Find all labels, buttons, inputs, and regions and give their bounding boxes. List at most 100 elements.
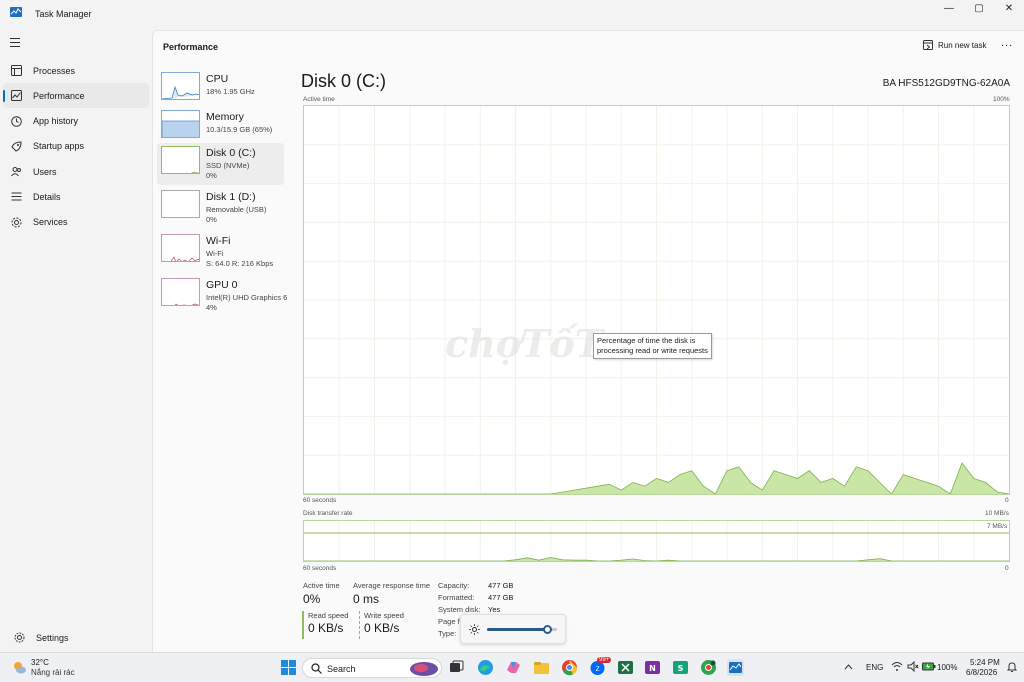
task-view-icon[interactable] xyxy=(448,659,465,676)
device-detail: 18% 1.95 GHz xyxy=(206,87,255,96)
device-disk-1[interactable]: Disk 1 (D:) Removable (USB) 0% xyxy=(157,187,284,229)
disk-model: BA HFS512GD9TNG-62A0A xyxy=(882,78,1010,89)
wifi-icon[interactable] xyxy=(891,661,903,672)
device-detail: 10.3/15.9 GB (65%) xyxy=(206,125,273,134)
memory-thumbnail xyxy=(161,110,200,138)
sidebar-item-users[interactable]: Users xyxy=(3,159,149,184)
sidebar-item-processes[interactable]: Processes xyxy=(3,58,149,83)
page-file-label: Page f xyxy=(438,617,460,626)
formatted-label: Formatted: xyxy=(438,593,475,602)
sheets-app-icon[interactable]: S xyxy=(672,659,689,676)
active-time-axis-label: Active time xyxy=(303,96,335,103)
device-gpu-0[interactable]: GPU 0 Intel(R) UHD Graphics 6 4% xyxy=(157,275,287,317)
copilot-icon[interactable] xyxy=(505,659,522,676)
task-manager-logo-icon xyxy=(10,7,22,17)
sidebar-item-settings[interactable]: Settings xyxy=(6,625,152,650)
write-speed-box: Write speed 0 KB/s xyxy=(359,611,411,639)
file-explorer-icon[interactable] xyxy=(533,659,550,676)
system-disk-value: Yes xyxy=(488,605,501,614)
device-name: Wi-Fi xyxy=(206,235,231,247)
taskbar-search[interactable]: Search xyxy=(302,658,442,678)
device-name: Memory xyxy=(206,111,244,123)
sidebar-item-services[interactable]: Services xyxy=(3,210,149,235)
active-time-stat-value: 0% xyxy=(303,592,321,606)
sidebar-item-app-history[interactable]: App history xyxy=(3,109,149,134)
gear-icon xyxy=(14,632,25,643)
device-usage: 4% xyxy=(206,303,217,312)
minimize-button[interactable]: — xyxy=(934,0,964,18)
device-name: Disk 0 (C:) xyxy=(206,147,256,159)
more-options-button[interactable]: ... xyxy=(1001,37,1013,49)
maximize-button[interactable]: ▢ xyxy=(964,0,994,18)
active-time-chart-svg xyxy=(304,106,1009,494)
taskbar: 32°C Nắng rải rác Search Z 99+ N S ENG 1… xyxy=(0,652,1024,682)
details-icon xyxy=(11,192,22,201)
write-speed-value: 0 KB/s xyxy=(364,621,400,635)
sidebar-item-label: App history xyxy=(33,116,79,127)
svg-text:N: N xyxy=(649,664,656,673)
type-label: Type: xyxy=(438,629,457,638)
clock-date[interactable]: 6/8/2026 xyxy=(966,668,997,677)
chrome-browser-icon[interactable] xyxy=(561,659,578,676)
zero-label: 0 xyxy=(1005,497,1009,504)
transfer-line-label: 7 MB/s xyxy=(987,523,1008,530)
sidebar-item-label: Users xyxy=(33,166,57,177)
close-button[interactable]: ✕ xyxy=(994,0,1024,18)
device-name: CPU xyxy=(206,73,229,85)
response-time-label: Average response time xyxy=(353,581,430,590)
active-time-stat-label: Active time xyxy=(303,581,340,590)
brightness-flyout xyxy=(460,614,566,644)
run-new-task-label: Run new task xyxy=(938,40,987,50)
processes-icon xyxy=(11,65,22,76)
tooltip-line: processing read or write requests xyxy=(597,346,708,355)
sidebar-item-label: Performance xyxy=(33,90,85,101)
device-detail: Removable (USB) xyxy=(206,205,267,214)
edge-browser-icon[interactable] xyxy=(477,659,494,676)
weather-sun-cloud-icon[interactable] xyxy=(12,660,27,675)
device-usage: S: 64.0 R: 216 Kbps xyxy=(206,259,274,268)
read-speed-box: Read speed 0 KB/s xyxy=(302,611,352,639)
startup-apps-icon xyxy=(11,141,22,152)
spreadsheet-app-icon[interactable] xyxy=(617,659,634,676)
transfer-rate-axis-label: Disk transfer rate xyxy=(303,510,353,517)
sidebar-item-details[interactable]: Details xyxy=(3,184,149,209)
notification-bell-icon[interactable] xyxy=(1006,661,1018,673)
device-wifi[interactable]: Wi-Fi Wi-Fi S: 64.0 R: 216 Kbps xyxy=(157,231,284,273)
chevron-up-icon[interactable] xyxy=(844,664,853,670)
transfer-rate-max-label: 10 MB/s xyxy=(985,510,1009,517)
onenote-icon[interactable]: N xyxy=(644,659,661,676)
read-speed-label: Read speed xyxy=(308,611,349,620)
device-disk-0[interactable]: Disk 0 (C:) SSD (NVMe) 0% xyxy=(157,143,284,185)
active-time-tooltip: Percentage of time the disk is processin… xyxy=(593,333,712,359)
active-time-chart xyxy=(303,105,1010,495)
transfer-rate-chart: 7 MB/s xyxy=(303,520,1010,562)
language-indicator[interactable]: ENG xyxy=(866,663,883,672)
run-new-task-button[interactable]: Run new task xyxy=(923,40,986,50)
transfer-rate-chart-svg xyxy=(304,521,1009,561)
performance-icon xyxy=(11,90,22,102)
chrome-profile-icon[interactable] xyxy=(700,659,717,676)
device-cpu[interactable]: CPU 18% 1.95 GHz xyxy=(157,69,284,111)
device-detail: Wi-Fi xyxy=(206,249,224,258)
brightness-slider-thumb[interactable] xyxy=(542,625,552,634)
notification-badge: 99+ xyxy=(597,657,612,663)
disk-1-thumbnail xyxy=(161,190,200,218)
cpu-thumbnail xyxy=(161,72,200,100)
hamburger-menu-icon[interactable] xyxy=(10,38,20,48)
start-windows-icon[interactable] xyxy=(280,659,297,676)
weather-description: Nắng rải rác xyxy=(31,668,75,677)
sidebar-item-performance[interactable]: Performance xyxy=(3,83,149,109)
brightness-slider[interactable] xyxy=(487,625,557,634)
clock-time[interactable]: 5:24 PM xyxy=(970,658,1000,667)
title-bar: Task Manager — ▢ ✕ xyxy=(0,0,1024,28)
formatted-value: 477 GB xyxy=(488,593,514,602)
users-icon xyxy=(11,167,21,177)
volume-muted-icon[interactable] xyxy=(907,661,919,672)
gpu-thumbnail xyxy=(161,278,200,306)
sidebar-item-label: Details xyxy=(33,191,61,202)
battery-charging-icon[interactable] xyxy=(922,661,936,672)
sidebar-item-startup-apps[interactable]: Startup apps xyxy=(3,134,149,159)
seconds-label: 60 seconds xyxy=(303,497,337,504)
active-time-max-label: 100% xyxy=(993,96,1010,103)
task-manager-taskbar-icon[interactable] xyxy=(727,659,744,676)
